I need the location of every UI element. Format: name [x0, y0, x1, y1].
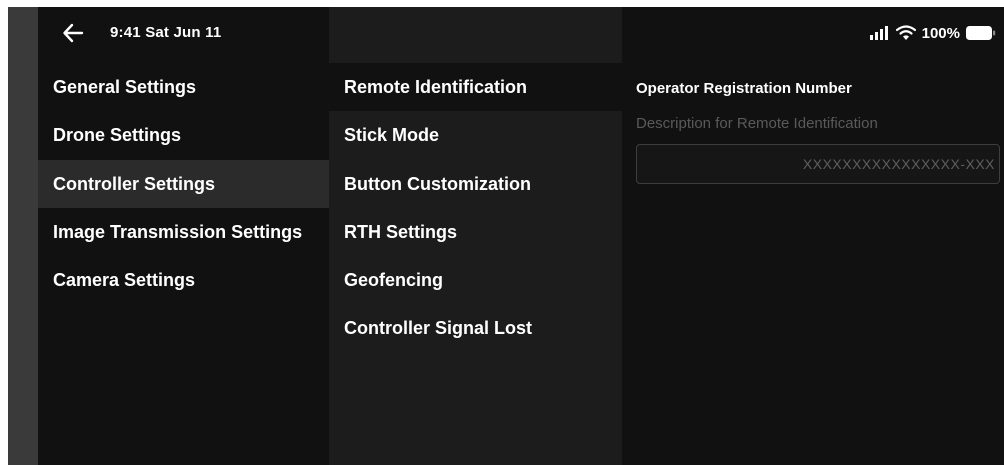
subitem-geofencing[interactable]: Geofencing: [329, 256, 622, 304]
subitem-label: Controller Signal Lost: [344, 317, 533, 338]
wifi-icon: [895, 25, 916, 40]
status-bar: 9:41 Sat Jun 11 100%: [38, 7, 1004, 60]
subitem-rth-settings[interactable]: RTH Settings: [329, 208, 622, 256]
subitem-label: Geofencing: [344, 269, 444, 290]
subitem-remote-identification[interactable]: Remote Identification: [329, 63, 622, 111]
battery-percent: 100%: [921, 24, 960, 42]
subitem-label: Stick Mode: [344, 124, 440, 145]
category-image-transmission-settings[interactable]: Image Transmission Settings: [38, 208, 329, 256]
signal-icon: [869, 26, 888, 40]
category-label: Image Transmission Settings: [53, 221, 303, 242]
category-general-settings[interactable]: General Settings: [38, 63, 329, 111]
operator-registration-title: Operator Registration Number: [636, 80, 852, 97]
subitem-controller-signal-lost[interactable]: Controller Signal Lost: [329, 304, 622, 352]
left-edge-strip: [8, 7, 38, 465]
subitem-stick-mode[interactable]: Stick Mode: [329, 111, 622, 159]
subitem-button-customization[interactable]: Button Customization: [329, 160, 622, 208]
detail-panel: Operator Registration Number Description…: [622, 7, 1004, 465]
category-column: General Settings Drone Settings Controll…: [38, 7, 329, 465]
back-arrow-icon[interactable]: [62, 22, 84, 44]
subitem-label: Button Customization: [344, 173, 531, 194]
category-camera-settings[interactable]: Camera Settings: [38, 256, 329, 304]
subitem-label: Remote Identification: [344, 76, 528, 97]
battery-icon: [966, 26, 996, 40]
category-controller-settings[interactable]: Controller Settings: [38, 160, 329, 208]
category-drone-settings[interactable]: Drone Settings: [38, 111, 329, 159]
category-label: General Settings: [53, 76, 197, 97]
status-time-date: 9:41 Sat Jun 11: [110, 24, 222, 41]
subitem-label: RTH Settings: [344, 221, 458, 242]
subsetting-column: Remote Identification Stick Mode Button …: [329, 7, 622, 465]
operator-registration-input[interactable]: [636, 144, 1000, 184]
category-label: Camera Settings: [53, 269, 196, 290]
settings-screen: General Settings Drone Settings Controll…: [8, 7, 1004, 465]
status-indicators: 100%: [869, 22, 996, 44]
category-label: Controller Settings: [53, 173, 216, 194]
category-label: Drone Settings: [53, 124, 182, 145]
remote-id-description: Description for Remote Identification: [636, 115, 878, 132]
